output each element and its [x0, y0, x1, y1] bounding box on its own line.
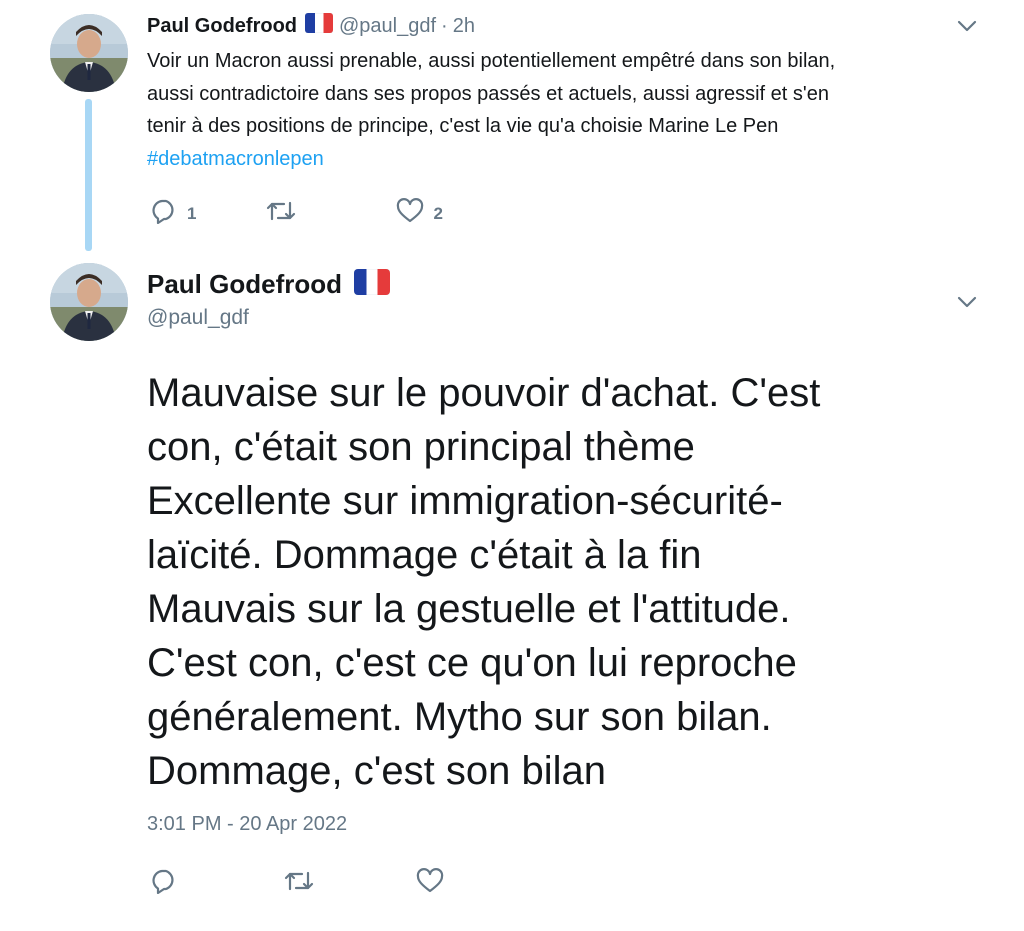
thread-connector-line: [85, 99, 92, 251]
chevron-down-icon[interactable]: [956, 295, 978, 309]
tweet-text-line: Excellente sur immigration-sécurité-: [147, 479, 783, 523]
tweet-text-line: Mauvais sur la gestuelle et l'attitude.: [147, 587, 791, 631]
author-name[interactable]: Paul Godefrood: [147, 15, 297, 38]
tweet-text-line: con, c'était son principal thème: [147, 425, 695, 469]
reply-icon: [150, 198, 178, 229]
tweet-text-line: C'est con, c'est ce qu'on lui reproche: [147, 641, 797, 685]
tweet-text-line: Voir un Macron aussi prenable, aussi pot…: [147, 50, 836, 72]
tweet-text-line: Dommage, c'est son bilan: [147, 749, 606, 793]
reply-button[interactable]: [150, 868, 178, 899]
tweet-text-line: tenir à des positions de principe, c'est…: [147, 115, 779, 137]
avatar-image: [50, 14, 128, 92]
retweet-button[interactable]: [266, 199, 296, 228]
retweet-button[interactable]: [284, 869, 314, 898]
author-name[interactable]: Paul Godefrood: [147, 269, 342, 300]
tweet-time[interactable]: 2h: [453, 15, 475, 38]
tweet1-header: Paul Godefrood @paul_gdf · 2h: [147, 11, 475, 41]
retweet-icon: [266, 199, 296, 228]
tweet2-text: Mauvaise sur le pouvoir d'achat. C'est c…: [147, 366, 977, 798]
french-flag-icon: [304, 12, 334, 39]
reply-count: 1: [187, 203, 197, 223]
heart-icon: [396, 198, 424, 229]
reply-icon: [150, 868, 178, 899]
tweet-text-line: aussi contradictoire dans ses propos pas…: [147, 82, 829, 105]
like-count: 2: [433, 203, 443, 223]
heart-icon: [416, 868, 444, 899]
avatar[interactable]: [50, 14, 128, 92]
tweet-text-line: généralement. Mytho sur son bilan.: [147, 695, 772, 739]
author-handle[interactable]: @paul_gdf: [339, 15, 436, 38]
tweet-text-line: laïcité. Dommage c'était à la fin: [147, 533, 702, 577]
french-flag-icon: [353, 268, 391, 300]
like-button[interactable]: 2: [396, 198, 443, 229]
author-handle[interactable]: @paul_gdf: [147, 306, 249, 330]
reply-button[interactable]: 1: [150, 198, 196, 229]
tweet2-actions: [150, 868, 444, 899]
avatar[interactable]: [50, 263, 128, 341]
avatar-image: [50, 263, 128, 341]
like-button[interactable]: [416, 868, 444, 899]
separator-dot: ·: [441, 14, 448, 37]
chevron-down-icon[interactable]: [956, 19, 978, 33]
hashtag-link[interactable]: #debatmacronlepen: [147, 143, 977, 176]
tweet1-actions: 1 2: [150, 198, 443, 229]
tweet-timestamp[interactable]: 3:01 PM - 20 Apr 2022: [147, 813, 347, 836]
tweet2-header: Paul Godefrood: [147, 266, 391, 302]
tweet1-text: Voir un Macron aussi prenable, aussi pot…: [147, 45, 977, 175]
tweet-text-line: Mauvaise sur le pouvoir d'achat. C'est: [147, 371, 821, 415]
retweet-icon: [284, 869, 314, 898]
